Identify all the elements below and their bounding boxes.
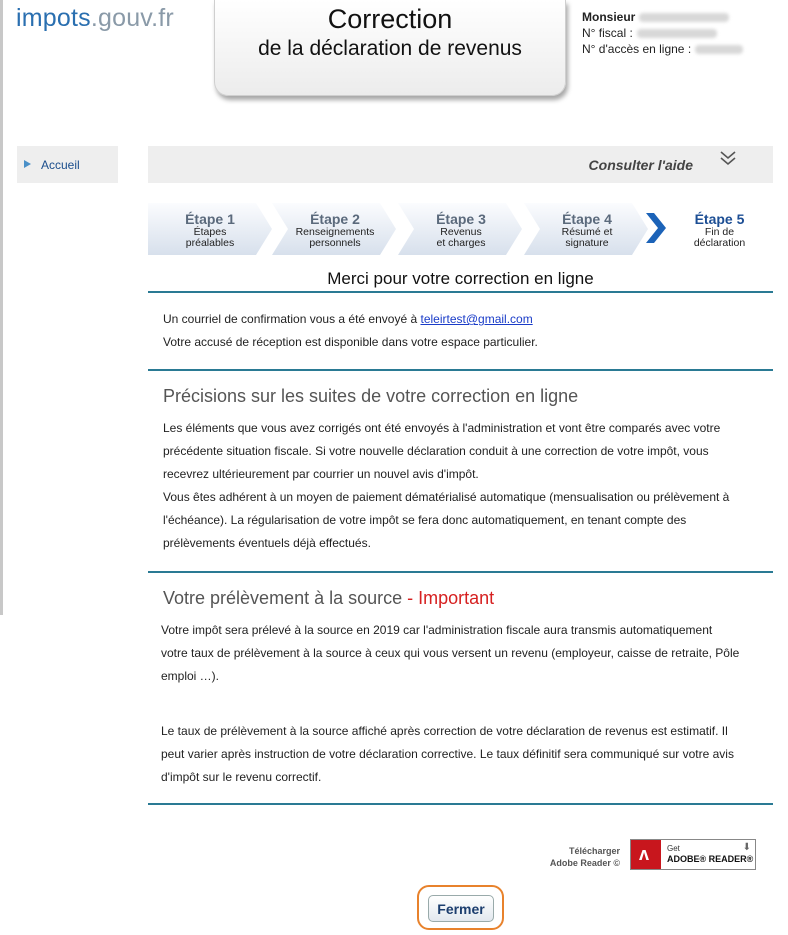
- text-line: recevrez ultérieurement par courrier un …: [163, 467, 479, 481]
- download-line-2: Adobe Reader ©: [549, 858, 620, 868]
- fiscal-number-redacted: [636, 29, 717, 39]
- step-2: Étape 2 Renseignements personnels: [272, 203, 398, 255]
- get-adobe-reader-button[interactable]: ʌ Get ADOBE® READER® ⬇: [630, 839, 756, 870]
- section-details-text: Les éléments que vous avez corrigés ont …: [163, 417, 729, 555]
- text-line: prélèvements éventuels déjà effectués.: [163, 536, 371, 550]
- step-title: Étape 4: [562, 211, 612, 227]
- step-desc-2: et charges: [436, 237, 486, 249]
- logo-part2: .gouv.fr: [90, 4, 174, 32]
- text-line: d'impôt sur le revenu correctif.: [161, 770, 322, 784]
- access-number-label: N° d'accès en ligne :: [582, 42, 692, 56]
- page-title: Correction: [327, 4, 453, 34]
- step-5-active: Étape 5 Fin de déclaration: [646, 203, 773, 255]
- chevron-right-icon: [644, 213, 668, 243]
- divider: [148, 369, 773, 371]
- site-logo[interactable]: impots.gouv.fr: [16, 4, 174, 33]
- text-line: votre taux de prélèvement à la source à …: [161, 646, 740, 660]
- text-line: Vous êtes adhérent à un moyen de paiemen…: [163, 490, 730, 504]
- header: impots.gouv.fr Correction de la déclarat…: [0, 0, 788, 110]
- download-line-1: Télécharger: [568, 846, 620, 856]
- confirmation-text: Un courriel de confirmation vous a été e…: [163, 308, 538, 354]
- confirmation-title: Merci pour votre correction en ligne: [327, 269, 594, 288]
- double-chevron-down-icon[interactable]: [719, 150, 737, 166]
- fiscal-number-label: N° fiscal :: [582, 26, 633, 40]
- confirm-text: Un courriel de confirmation vous a été e…: [163, 312, 421, 326]
- close-button[interactable]: Fermer: [428, 895, 494, 922]
- text-line: l'échéance). La régularisation de votre …: [163, 513, 687, 527]
- receipt-text: Votre accusé de réception est disponible…: [163, 335, 538, 349]
- section-title-text: Votre prélèvement à la source: [163, 588, 403, 608]
- text-line: Les éléments que vous avez corrigés ont …: [163, 421, 721, 435]
- user-info: Monsieur N° fiscal : N° d'accès en ligne…: [582, 9, 744, 57]
- adobe-pdf-icon: ʌ: [631, 840, 661, 869]
- section-withholding-text: Votre impôt sera prélevé à la source en …: [161, 619, 739, 688]
- user-name-redacted: [639, 13, 730, 23]
- download-arrow-icon: ⬇: [742, 842, 751, 853]
- triangle-right-icon: [24, 160, 31, 168]
- logo-part1: impots: [16, 4, 91, 32]
- download-adobe-text: Télécharger Adobe Reader ©: [536, 845, 620, 869]
- step-desc-2: préalables: [185, 237, 235, 249]
- step-desc-2: signature: [565, 237, 609, 249]
- divider: [148, 571, 773, 573]
- section-title-details: Précisions sur les suites de votre corre…: [163, 386, 579, 406]
- sidebar-item-accueil[interactable]: Accueil: [17, 146, 118, 183]
- text-line: Le taux de prélèvement à la source affic…: [161, 724, 728, 738]
- text-line: peut varier après instruction de votre d…: [161, 747, 734, 761]
- step-4: Étape 4 Résumé et signature: [524, 203, 650, 255]
- page-subtitle: de la déclaration de revenus: [258, 37, 522, 60]
- step-title: Étape 5: [694, 211, 745, 227]
- text-line: précédente situation fiscale. Si votre n…: [163, 444, 709, 458]
- help-label: Consulter l'aide: [588, 157, 693, 173]
- close-button-highlight: Fermer: [417, 885, 504, 930]
- divider: [148, 291, 773, 293]
- step-title: Étape 1: [185, 211, 235, 227]
- text-line: emploi …).: [161, 669, 220, 683]
- section-title-withholding: Votre prélèvement à la source - Importan…: [163, 588, 494, 609]
- email-link[interactable]: teleirtest@gmail.com: [420, 312, 532, 326]
- step-title: Étape 2: [310, 211, 360, 227]
- page-title-card: Correction de la déclaration de revenus: [214, 0, 566, 96]
- text-line: Votre impôt sera prélevé à la source en …: [161, 623, 713, 637]
- step-3: Étape 3 Revenus et charges: [398, 203, 524, 255]
- help-bar[interactable]: Consulter l'aide: [148, 146, 773, 183]
- important-label: - Important: [402, 588, 495, 608]
- user-civility: Monsieur: [582, 10, 636, 24]
- step-progress: Étape 1 Étapes préalables Étape 2 Rensei…: [148, 203, 773, 255]
- access-number-redacted: [695, 45, 744, 55]
- step-1: Étape 1 Étapes préalables: [148, 203, 272, 255]
- step-title: Étape 3: [436, 211, 486, 227]
- adobe-reader-label: ADOBE® READER®: [667, 854, 754, 864]
- step-desc-2: personnels: [309, 237, 361, 249]
- divider: [148, 803, 773, 805]
- adobe-get-label: Get: [667, 844, 680, 853]
- step-desc-2: déclaration: [693, 237, 746, 249]
- sidebar-item-label: Accueil: [41, 158, 80, 172]
- section-withholding-text-2: Le taux de prélèvement à la source affic…: [161, 720, 734, 789]
